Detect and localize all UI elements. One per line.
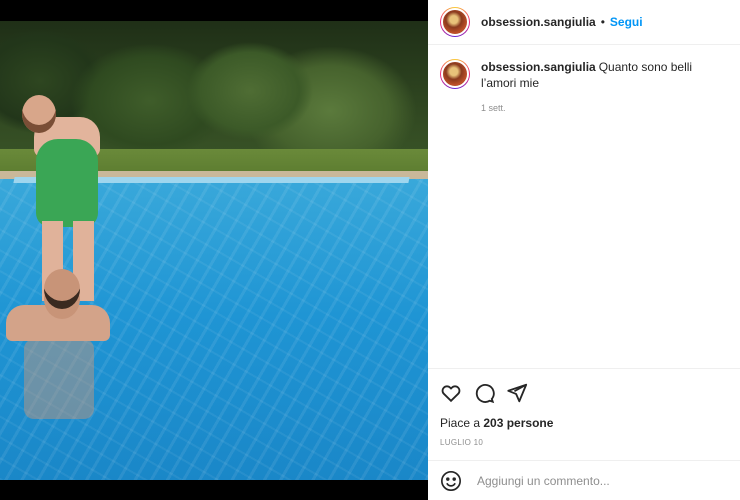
caption-age[interactable]: 1 sett. <box>481 100 728 116</box>
media-letterbox <box>0 480 428 500</box>
post-actions: Piace a 203 persone LUGLIO 10 <box>428 368 740 447</box>
follow-button[interactable]: Segui <box>610 15 643 29</box>
photo-person-in-water-underwater <box>24 339 94 419</box>
caption-comment: obsession.sangiulia Quanto sono belli l’a… <box>428 45 740 116</box>
post-photo[interactable] <box>0 21 428 480</box>
caption-text-block: obsession.sangiulia Quanto sono belli l’a… <box>481 59 728 116</box>
avatar[interactable] <box>440 7 470 37</box>
post-side-panel: obsession.sangiulia • Segui obsession.sa… <box>428 0 740 500</box>
post-media[interactable] <box>0 0 428 500</box>
comment-icon[interactable] <box>473 382 495 404</box>
caption-avatar[interactable] <box>440 59 470 89</box>
photo-person-in-water <box>6 305 110 341</box>
add-comment-bar <box>428 460 740 500</box>
header-username[interactable]: obsession.sangiulia <box>481 15 596 29</box>
emoji-icon[interactable] <box>440 470 462 492</box>
photo-person-standing <box>36 139 98 227</box>
photo-person-in-water-head <box>44 269 80 309</box>
post-header: obsession.sangiulia • Segui <box>428 0 740 45</box>
avatar-image <box>441 8 469 36</box>
caption-username[interactable]: obsession.sangiulia <box>481 60 596 74</box>
caption-avatar-image <box>441 60 469 88</box>
instagram-post-modal: obsession.sangiulia • Segui obsession.sa… <box>0 0 740 500</box>
photo-person-standing-head <box>22 95 56 133</box>
share-icon[interactable] <box>506 382 528 404</box>
likes-number[interactable]: 203 persone <box>483 416 553 430</box>
likes-count[interactable]: Piace a 203 persone <box>440 416 740 430</box>
action-icons <box>428 369 740 405</box>
heart-icon[interactable] <box>440 382 462 404</box>
header-separator: • <box>600 15 605 29</box>
likes-label: Piace a <box>440 416 481 430</box>
post-date[interactable]: LUGLIO 10 <box>440 438 740 447</box>
comment-input[interactable] <box>475 472 719 489</box>
